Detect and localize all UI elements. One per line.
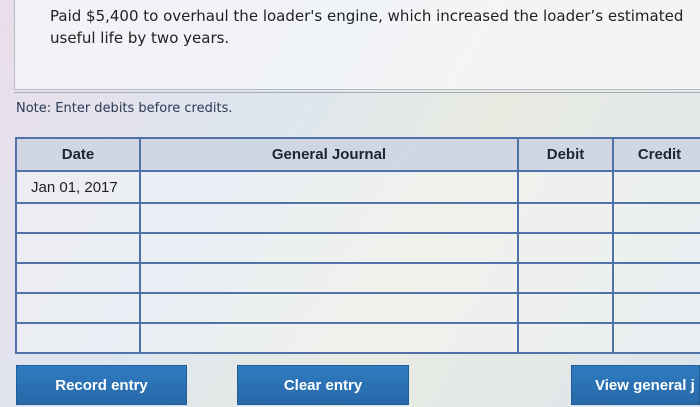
credit-cell <box>612 232 700 264</box>
account-input[interactable] <box>141 324 517 352</box>
account-input[interactable] <box>141 294 517 322</box>
credit-input[interactable] <box>614 294 700 322</box>
date-cell <box>15 232 141 264</box>
debit-cell <box>517 202 614 234</box>
credit-input[interactable] <box>614 172 700 202</box>
credit-input[interactable] <box>614 324 700 352</box>
question-panel: Paid $5,400 to overhaul the loader's eng… <box>14 0 700 90</box>
date-cell <box>15 262 141 294</box>
debit-cell <box>517 292 614 324</box>
account-cell <box>139 322 519 354</box>
date-cell: Jan 01, 2017 <box>15 170 141 204</box>
debit-cell <box>517 322 614 354</box>
table-row <box>15 292 700 324</box>
debit-input[interactable] <box>519 234 612 262</box>
table-row <box>15 262 700 294</box>
credit-cell <box>612 202 700 234</box>
debit-input[interactable] <box>519 294 612 322</box>
view-general-journal-button[interactable]: View general j <box>571 365 700 405</box>
table-row: Jan 01, 2017 <box>15 170 700 204</box>
account-input[interactable] <box>141 264 517 292</box>
divider <box>14 92 700 93</box>
credit-cell <box>612 292 700 324</box>
date-cell <box>15 322 141 354</box>
record-entry-button[interactable]: Record entry <box>16 365 187 405</box>
date-column-header: Date <box>15 137 141 172</box>
general-journal-table: Date General Journal Debit Credit Jan 01… <box>15 137 700 354</box>
account-cell <box>139 292 519 324</box>
debit-column-header: Debit <box>517 137 614 172</box>
clear-entry-button[interactable]: Clear entry <box>237 365 409 405</box>
credit-input[interactable] <box>614 264 700 292</box>
table-row <box>15 322 700 354</box>
credit-input[interactable] <box>614 234 700 262</box>
credit-column-header: Credit <box>612 137 700 172</box>
account-cell <box>139 262 519 294</box>
table-row <box>15 202 700 234</box>
account-cell <box>139 170 519 204</box>
credit-input[interactable] <box>614 204 700 232</box>
table-row <box>15 232 700 264</box>
account-cell <box>139 232 519 264</box>
debit-input[interactable] <box>519 264 612 292</box>
debit-cell <box>517 232 614 264</box>
credit-cell <box>612 262 700 294</box>
debit-cell <box>517 262 614 294</box>
table-header-row: Date General Journal Debit Credit <box>15 137 700 172</box>
question-text: Paid $5,400 to overhaul the loader's eng… <box>50 7 684 47</box>
date-cell <box>15 292 141 324</box>
debit-input[interactable] <box>519 324 612 352</box>
debit-input[interactable] <box>519 172 612 202</box>
account-input[interactable] <box>141 234 517 262</box>
entry-note: Note: Enter debits before credits. <box>16 101 233 116</box>
credit-cell <box>612 170 700 204</box>
journal-entry-page: Paid $5,400 to overhaul the loader's eng… <box>0 0 700 407</box>
account-input[interactable] <box>141 204 517 232</box>
date-cell <box>15 202 141 234</box>
credit-cell <box>612 322 700 354</box>
debit-input[interactable] <box>519 204 612 232</box>
account-input[interactable] <box>141 172 517 202</box>
account-cell <box>139 202 519 234</box>
debit-cell <box>517 170 614 204</box>
general-journal-column-header: General Journal <box>139 137 519 172</box>
